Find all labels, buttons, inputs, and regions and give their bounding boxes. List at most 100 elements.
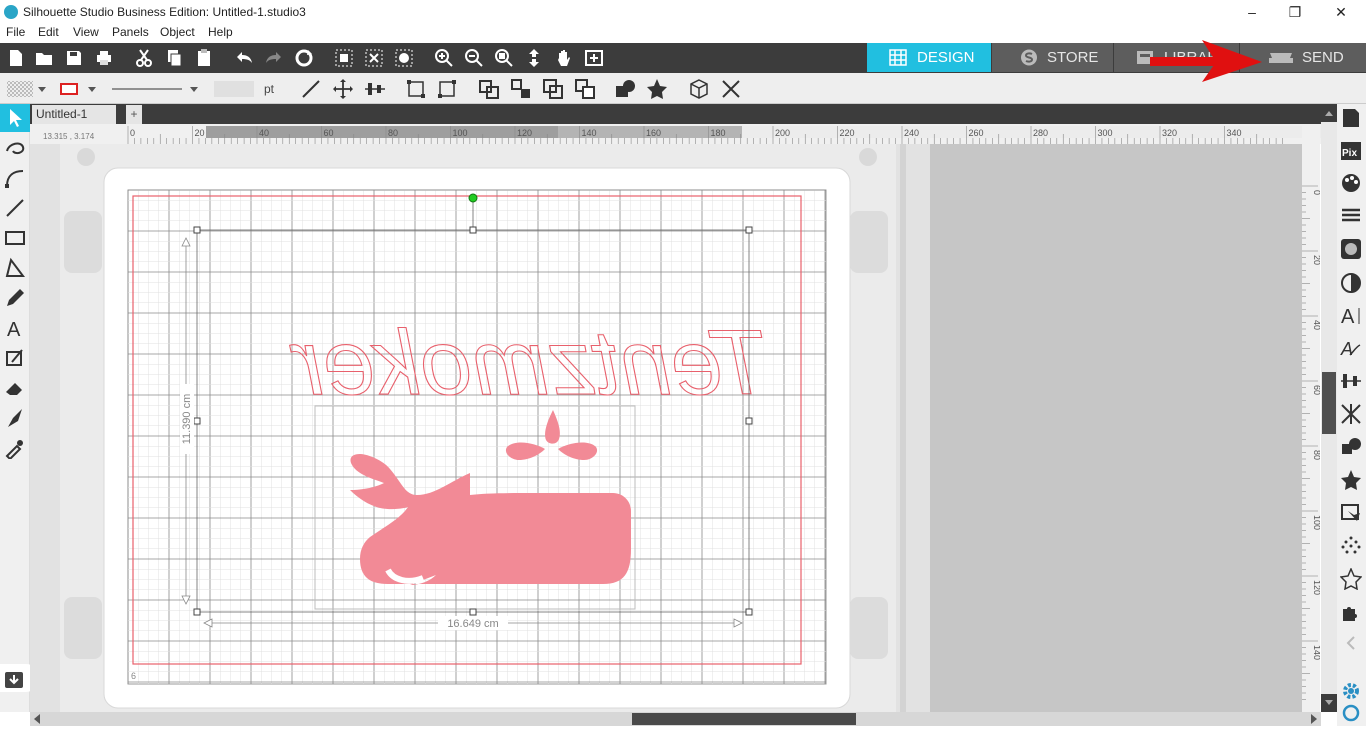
group-icon[interactable] (478, 78, 500, 100)
scale-icon[interactable] (436, 78, 458, 100)
zoom-out-icon[interactable] (464, 48, 484, 68)
star-shape-icon[interactable] (646, 78, 668, 100)
line-color-swatch[interactable] (58, 78, 80, 100)
design-canvas[interactable]: Tentzmoker 16.649 cm 11.390 cm 6 (30, 144, 1302, 712)
trace-icon[interactable] (1340, 502, 1362, 524)
resize-handle-mr[interactable] (745, 417, 753, 425)
resize-handle-bc[interactable] (469, 608, 477, 616)
new-tab-button[interactable]: + (126, 105, 142, 124)
redo-icon[interactable] (264, 48, 284, 68)
compound-path-icon[interactable] (542, 78, 564, 100)
save-icon[interactable] (64, 48, 84, 68)
rhinestone-icon[interactable] (1340, 535, 1362, 557)
library-drawer-icon[interactable] (3, 668, 25, 690)
scroll-up-button[interactable] (1321, 104, 1337, 122)
bezier-tool-icon[interactable] (4, 167, 26, 189)
eraser-board-icon[interactable] (4, 347, 26, 369)
line-tool-icon[interactable] (300, 78, 322, 100)
tab-store[interactable]: STORE (992, 43, 1113, 72)
pencil-tool-icon[interactable] (4, 287, 26, 309)
resize-handle-ml[interactable] (193, 417, 201, 425)
ungroup-icon[interactable] (510, 78, 532, 100)
line-draw-tool-icon[interactable] (4, 197, 26, 219)
line-color-dropdown-arrow[interactable] (86, 78, 98, 100)
transform-panel-icon[interactable] (1340, 403, 1362, 425)
resize-handle-br[interactable] (745, 608, 753, 616)
3d-box-icon[interactable] (688, 78, 710, 100)
new-document-icon[interactable] (6, 48, 26, 68)
paste-icon[interactable] (194, 48, 214, 68)
copy-icon[interactable] (164, 48, 184, 68)
move-arrows-icon[interactable] (332, 78, 354, 100)
replicate-icon[interactable] (1340, 436, 1362, 458)
text-style-icon[interactable]: A (1340, 304, 1362, 326)
resize-handle-tl[interactable] (193, 226, 201, 234)
scroll-down-button[interactable] (1321, 694, 1337, 712)
select-all-icon[interactable] (334, 48, 354, 68)
knife-tool-icon[interactable] (4, 407, 26, 429)
redraw-icon[interactable] (294, 48, 314, 68)
zoom-selection-icon[interactable] (494, 48, 514, 68)
menu-edit[interactable]: Edit (38, 25, 59, 39)
transform-icon[interactable] (405, 78, 427, 100)
sketch-star-icon[interactable] (1340, 568, 1362, 590)
sync-icon[interactable] (1340, 702, 1362, 724)
canvas-svg[interactable]: Tentzmoker 16.649 cm 11.390 cm 6 (30, 144, 1302, 712)
minimize-button[interactable]: – (1242, 2, 1262, 22)
open-folder-icon[interactable] (34, 48, 54, 68)
scroll-right-arrow-icon[interactable] (1311, 714, 1317, 724)
eyedropper-tool-icon[interactable] (4, 437, 26, 459)
restore-button[interactable]: ❐ (1285, 2, 1305, 22)
polygon-tool-icon[interactable] (4, 257, 26, 279)
pointer-tool-icon[interactable] (4, 107, 26, 129)
contrast-icon[interactable] (1340, 272, 1362, 294)
deselect-icon[interactable] (364, 48, 384, 68)
pixscan-icon[interactable]: Pix (1340, 140, 1362, 162)
menu-panels[interactable]: Panels (112, 25, 149, 39)
horizontal-scrollbar[interactable] (30, 712, 1321, 726)
fill-pattern-icon[interactable] (1340, 238, 1362, 260)
menu-view[interactable]: View (73, 25, 99, 39)
undo-icon[interactable] (234, 48, 254, 68)
menu-help[interactable]: Help (208, 25, 233, 39)
star-panel-icon[interactable] (1340, 469, 1362, 491)
zoom-in-icon[interactable] (434, 48, 454, 68)
fit-to-page-icon[interactable] (524, 48, 544, 68)
close-x-icon[interactable] (720, 78, 742, 100)
release-compound-icon[interactable] (574, 78, 596, 100)
menu-file[interactable]: File (6, 25, 25, 39)
edit-points-tool-icon[interactable] (4, 137, 26, 159)
settings-gear-icon[interactable] (1340, 680, 1362, 702)
resize-handle-tr[interactable] (745, 226, 753, 234)
vertical-scrollbar[interactable] (1321, 104, 1337, 712)
rectangle-tool-icon[interactable] (4, 227, 26, 249)
collapse-panel-arrow-icon[interactable] (1340, 632, 1362, 654)
fill-dropdown-arrow[interactable] (36, 78, 48, 100)
fill-pattern-swatch[interactable] (6, 78, 34, 100)
line-width-input[interactable] (214, 81, 254, 97)
eraser-tool-icon[interactable] (4, 377, 26, 399)
fill-color-palette-icon[interactable] (1340, 172, 1362, 194)
nesting-puzzle-icon[interactable] (1340, 601, 1362, 623)
scroll-left-arrow-icon[interactable] (34, 714, 40, 724)
modify-shapes-icon[interactable] (614, 78, 636, 100)
align-panel-icon[interactable] (1340, 370, 1362, 392)
document-tab[interactable]: Untitled-1 (32, 105, 116, 124)
rotation-handle[interactable] (468, 193, 478, 203)
zoom-fit-icon[interactable] (584, 48, 604, 68)
align-icon[interactable] (364, 78, 386, 100)
horizontal-scroll-thumb[interactable] (632, 713, 856, 725)
print-icon[interactable] (94, 48, 114, 68)
resize-handle-tc[interactable] (469, 226, 477, 234)
menu-object[interactable]: Object (160, 25, 195, 39)
close-window-button[interactable]: ✕ (1331, 2, 1351, 22)
resize-handle-bl[interactable] (193, 608, 201, 616)
line-style-selector[interactable] (110, 78, 206, 100)
vertical-scroll-thumb[interactable] (1322, 372, 1336, 434)
select-by-color-icon[interactable] (394, 48, 414, 68)
mirrored-script-text[interactable]: Tentzmoker (289, 311, 771, 414)
text-to-path-icon[interactable]: A (1340, 337, 1362, 359)
tab-design[interactable]: DESIGN (867, 43, 991, 72)
page-setup-icon[interactable] (1340, 107, 1362, 129)
line-style-icon[interactable] (1340, 204, 1362, 226)
